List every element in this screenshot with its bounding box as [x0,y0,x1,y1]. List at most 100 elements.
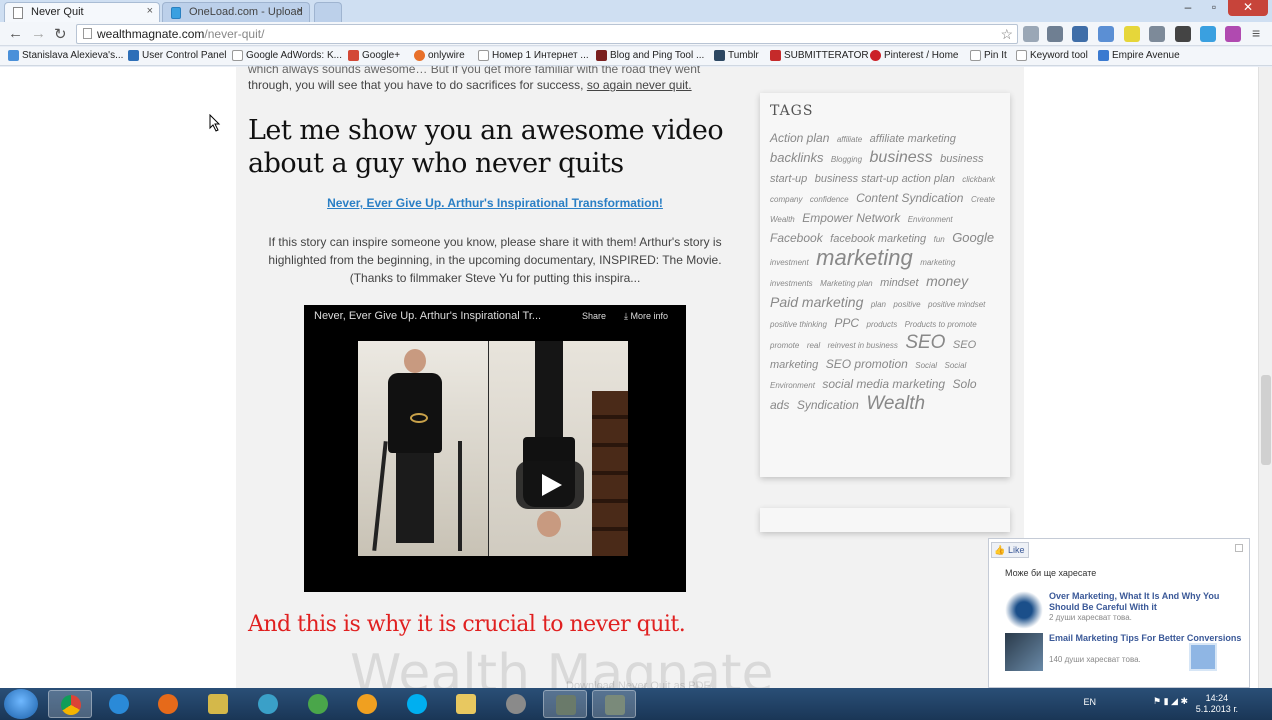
tag-link[interactable]: affiliate [837,135,862,144]
tag-link[interactable]: confidence [810,195,849,204]
tag-link[interactable]: fun [934,235,945,244]
extension-icon[interactable] [1149,26,1165,42]
tag-link[interactable]: Action plan [770,131,829,145]
extension-icon[interactable] [1072,26,1088,42]
tab-never-quit[interactable]: Never Quit × [4,2,160,22]
extension-icon[interactable] [1023,26,1039,42]
reload-icon[interactable]: ↻ [54,25,67,43]
tag-link[interactable]: facebook marketing [830,233,926,245]
tag-link[interactable]: SEO [905,332,945,353]
bookmark-item[interactable]: Blog and Ping Tool ... [596,50,704,61]
tag-link[interactable]: company [770,195,802,204]
tag-link[interactable]: Content Syndication [856,191,963,205]
menu-icon[interactable]: ≡ [1252,25,1260,41]
youtube-video-player[interactable]: Never, Ever Give Up. Arthur's Inspiratio… [304,305,686,592]
bookmark-item[interactable]: Номер 1 Интернет ... [478,50,589,61]
bookmark-item[interactable]: SUBMITTERATOR [770,50,869,61]
extension-icon[interactable] [1225,26,1241,42]
tag-link[interactable]: Environment [908,215,953,224]
new-tab-button[interactable] [314,2,342,22]
bookmark-item[interactable]: Google+ [348,50,400,61]
bookmark-item[interactable]: Empire Avenue [1098,50,1180,61]
tag-link[interactable]: reinvest in business [828,341,898,350]
taskbar-app[interactable] [345,690,389,718]
close-tab-icon[interactable]: × [297,5,303,17]
tag-link[interactable]: marketing [816,245,913,270]
maximize-icon[interactable]: ▫ [1202,0,1226,16]
minimize-icon[interactable] [1235,544,1243,552]
tag-link[interactable]: promote [770,341,799,350]
tag-link[interactable]: PPC [834,316,859,330]
extension-icon[interactable] [1175,26,1191,42]
tag-link[interactable]: Empower Network [802,211,900,225]
more-info-button[interactable]: ⤓ More info [624,311,668,322]
bookmark-item[interactable]: onlywire [414,50,465,61]
tag-link[interactable]: positive thinking [770,320,827,329]
minimize-icon[interactable]: – [1176,0,1200,16]
bookmark-item[interactable]: Stanislava Alexieva's... [8,50,123,61]
language-indicator[interactable]: EN [1083,697,1096,707]
taskbar-app[interactable] [196,690,240,718]
never-quit-link[interactable]: so again never quit. [587,78,692,92]
video-title-link[interactable]: Never, Ever Give Up. Arthur's Inspiratio… [248,196,742,210]
taskbar-app[interactable] [494,690,538,718]
tab-oneload[interactable]: OneLoad.com - Upload × [162,2,310,22]
tag-link[interactable]: Blogging [831,155,862,164]
tag-link[interactable]: business [870,149,933,166]
close-window-icon[interactable]: ✕ [1228,0,1268,16]
tag-link[interactable]: affiliate marketing [870,133,956,145]
video-player-title[interactable]: Never, Ever Give Up. Arthur's Inspiratio… [314,310,541,322]
tag-link[interactable]: Products to promote [905,320,977,329]
list-item[interactable]: Over Marketing, What It Is And Why You S… [1005,591,1245,635]
tag-link[interactable]: Social [915,361,937,370]
taskbar-ie[interactable] [97,690,141,718]
tag-link[interactable]: positive [893,300,920,309]
play-button-icon[interactable] [516,461,584,509]
bookmark-star-icon[interactable]: ☆ [1000,25,1013,43]
tag-link[interactable]: Facebook [770,231,823,245]
tag-link[interactable]: Google [952,230,994,245]
taskbar-utorrent[interactable] [296,690,340,718]
bookmark-item[interactable]: Tumblr [714,50,759,61]
tag-link[interactable]: products [867,320,898,329]
taskbar-app[interactable] [592,690,636,718]
bookmark-item[interactable]: Google AdWords: K... [232,50,342,61]
tag-link[interactable]: plan [871,300,886,309]
taskbar-chrome[interactable] [48,690,92,718]
tag-link[interactable]: Marketing plan [820,279,872,288]
tag-link[interactable]: clickbank [962,175,995,184]
like-button[interactable]: Like [991,542,1029,558]
tag-link[interactable]: social media marketing [822,377,945,391]
tray-icons[interactable]: ⚑ ▮ ◢ ✱ [1153,696,1188,707]
tag-link[interactable]: Syndication [797,398,859,412]
tag-link[interactable]: business start-up action plan [815,173,955,185]
extension-icon[interactable] [1124,26,1140,42]
extension-icon[interactable] [1098,26,1114,42]
back-arrow-icon[interactable]: ← [8,25,23,42]
taskbar-explorer[interactable] [444,690,488,718]
taskbar-app[interactable] [543,690,587,718]
extension-icon[interactable] [1047,26,1063,42]
bookmark-item[interactable]: Pin It [970,50,1007,61]
forward-arrow-icon[interactable]: → [31,25,46,42]
tag-link[interactable]: SEO promotion [826,357,908,371]
system-clock[interactable]: 14:24 5.1.2013 г. [1196,693,1238,715]
tag-link[interactable]: Wealth [866,393,925,414]
tag-link[interactable]: positive mindset [928,300,985,309]
share-button[interactable]: Share [582,311,606,321]
bookmark-item[interactable]: Keyword tool [1016,50,1088,61]
taskbar-app[interactable] [246,690,290,718]
tag-link[interactable]: mindset [880,277,919,289]
taskbar-firefox[interactable] [146,690,190,718]
taskbar-skype[interactable] [395,690,439,718]
scrollbar-thumb[interactable] [1261,375,1271,465]
bookmark-item[interactable]: Pinterest / Home [870,50,958,61]
address-bar[interactable]: wealthmagnate.com/never-quit/ ☆ [76,24,1018,44]
extension-icon[interactable] [1200,26,1216,42]
start-button[interactable] [4,689,38,719]
close-tab-icon[interactable]: × [147,5,153,17]
tag-link[interactable]: backlinks [770,150,823,165]
tag-link[interactable]: investment [770,258,809,267]
vertical-scrollbar[interactable] [1258,67,1272,688]
tag-link[interactable]: Paid marketing [770,294,863,310]
